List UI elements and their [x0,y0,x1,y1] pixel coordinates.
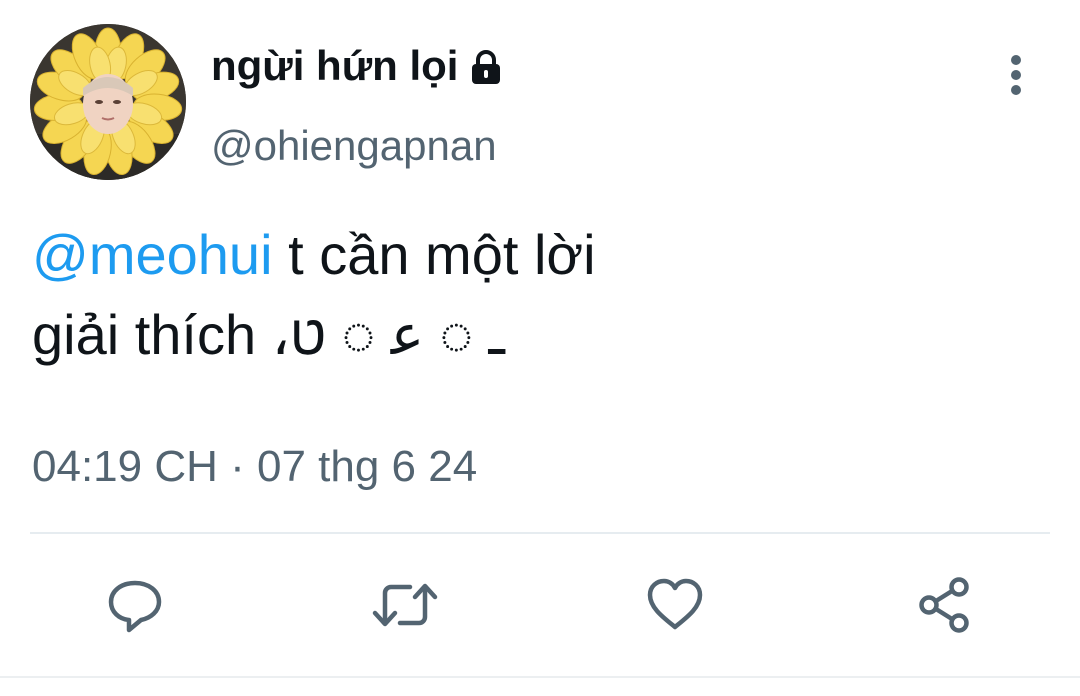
tweet-body: @meohui t cần một lời giải thích ،ـ ◌ ﻋ … [32,215,1032,375]
more-options-icon[interactable] [996,54,1036,98]
tweet-text-part: t cần một lời [272,223,596,286]
reply-icon [108,580,162,633]
divider [30,532,1050,534]
heart-icon [647,578,703,630]
display-name-text: ngừi hứn lọi [211,42,459,89]
tweet-line-2: giải thích ،ـ ◌ ﻋ ◌ ט [32,303,505,366]
tweet-timestamp[interactable]: 04:19 CH · 07 thg 6 24 [32,442,477,492]
author-handle[interactable]: @ohiengapnan [211,122,497,170]
retweet-button[interactable] [360,560,450,650]
avatar[interactable] [30,24,186,180]
mention-link[interactable]: @meohui [32,223,273,286]
share-button[interactable] [900,560,990,650]
tweet-card: ngừi hứn lọi @ohiengapnan @meohui t cần … [0,0,1080,696]
lock-icon [468,48,504,84]
like-button[interactable] [630,560,720,650]
tweet-line-1: @meohui t cần một lời [32,215,1032,295]
reply-button[interactable] [90,560,180,650]
sunflower-avatar-image [30,24,186,180]
action-bar [0,560,1080,650]
retweet-icon [372,583,438,627]
share-icon [919,577,969,633]
bottom-divider [0,676,1080,678]
author-display-name[interactable]: ngừi hứn lọi [211,42,504,90]
